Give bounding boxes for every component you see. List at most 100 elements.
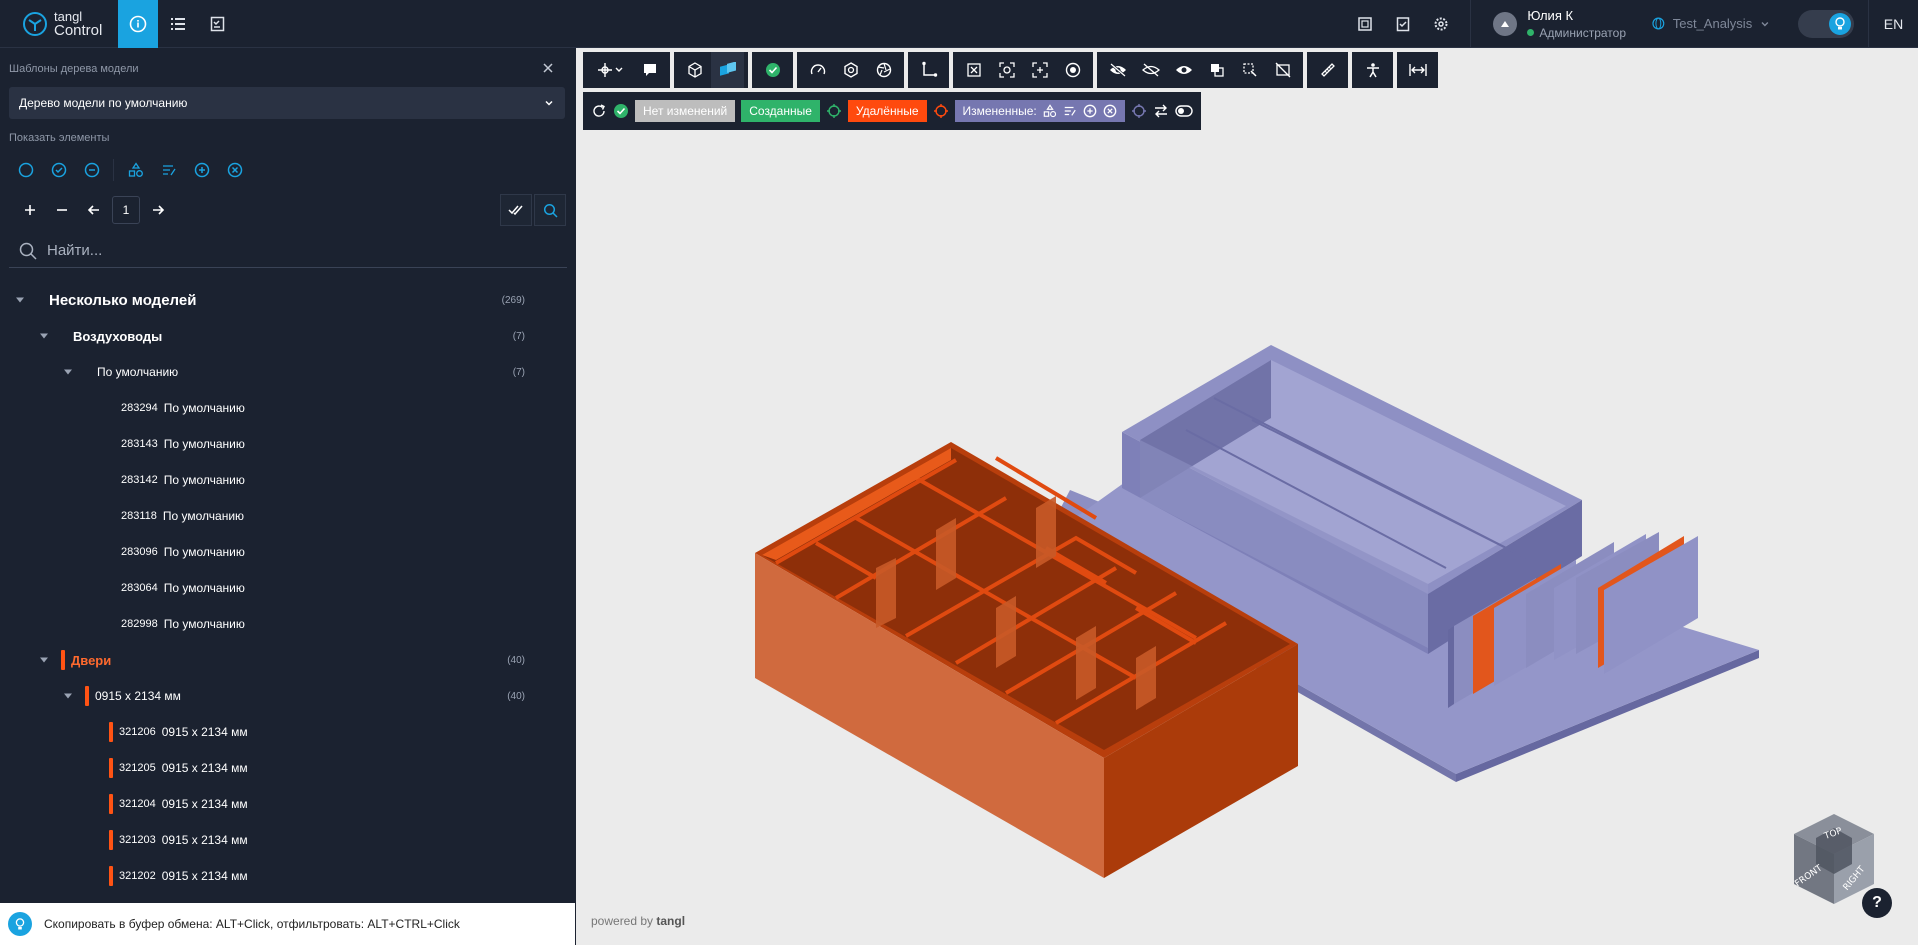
caret-down-icon[interactable] (39, 655, 49, 665)
tree-item-id: 283096 (121, 546, 158, 558)
project-selector[interactable]: Test_Analysis (1638, 16, 1784, 31)
transparency-button[interactable] (1200, 52, 1233, 88)
select-box-icon (1242, 63, 1257, 77)
tree-item[interactable]: 283096 По умолчанию (0, 534, 575, 570)
tree-item-label: По умолчанию (163, 401, 245, 415)
walk-mode-button[interactable] (1356, 52, 1389, 88)
contrast-toggle-icon[interactable] (1175, 104, 1193, 118)
tab-list[interactable] (158, 0, 198, 48)
tab-info[interactable] (118, 0, 158, 48)
search-toggle-button[interactable] (534, 194, 566, 226)
search-icon (19, 242, 37, 260)
3d-viewport[interactable]: Нет изменений Созданные Удалённые Измене… (576, 48, 1918, 945)
language-switch[interactable]: EN (1868, 0, 1918, 48)
crosshair-icon[interactable] (1131, 103, 1147, 119)
logo[interactable]: tangl Control (0, 0, 118, 48)
tree-group-ducts[interactable]: Воздуховоды (7) (0, 318, 575, 354)
filter-removed[interactable] (223, 158, 246, 181)
x-circle-icon[interactable] (1103, 104, 1117, 118)
hide-others-button[interactable] (1134, 52, 1167, 88)
isolate-button[interactable] (1056, 52, 1089, 88)
plus-circle-icon[interactable] (1083, 104, 1097, 118)
filter-created-pill[interactable]: Созданные (741, 100, 820, 122)
navigation-mode-button[interactable] (587, 52, 633, 88)
tree-group-doors[interactable]: Двери (40) (0, 642, 575, 678)
filter-added[interactable] (190, 158, 213, 181)
comments-button[interactable] (633, 52, 666, 88)
search-input[interactable]: Найти... (9, 234, 567, 268)
help-button[interactable]: ? (1862, 888, 1892, 918)
tree-item[interactable]: 283064 По умолчанию (0, 570, 575, 606)
deleted-marker (109, 866, 113, 886)
filter-attributes[interactable] (157, 158, 180, 181)
filter-created[interactable] (47, 158, 70, 181)
caret-down-icon[interactable] (63, 691, 73, 701)
tree-item[interactable]: 321206 0915 x 2134 мм (0, 714, 575, 750)
show-all-button[interactable] (1167, 52, 1200, 88)
cube-view-button[interactable] (678, 52, 711, 88)
tree-item[interactable]: 321203 0915 x 2134 мм (0, 822, 575, 858)
compare-models-button[interactable] (711, 52, 744, 88)
filter-deleted[interactable] (80, 158, 103, 181)
tree-item-label: По умолчанию (162, 509, 245, 523)
hide-button[interactable] (1101, 52, 1134, 88)
check-circle-icon[interactable] (613, 103, 629, 119)
filter-changed-pill[interactable]: Измененные: (954, 100, 1125, 122)
filter-geometry[interactable] (124, 158, 147, 181)
attributes-icon[interactable] (1063, 104, 1077, 118)
axes-button[interactable] (912, 52, 945, 88)
tree-item[interactable]: 283294 По умолчанию (0, 390, 575, 426)
speedometer-icon (810, 64, 825, 75)
tree-item[interactable]: 282998 По умолчанию (0, 606, 575, 642)
caret-down-icon[interactable] (63, 367, 73, 377)
tree-subgroup-door-size[interactable]: 0915 x 2134 мм (40) (0, 678, 575, 714)
tree-root[interactable]: Несколько моделей (269) (0, 282, 575, 318)
swap-icon[interactable] (1153, 103, 1169, 119)
performance-button[interactable] (801, 52, 834, 88)
filter-deleted-pill[interactable]: Удалённые (847, 100, 927, 122)
tree-item[interactable]: 283143 По умолчанию (0, 426, 575, 462)
crosshair-icon[interactable] (826, 103, 842, 119)
close-icon[interactable] (540, 60, 556, 76)
tree-item[interactable]: 321202 0915 x 2134 мм (0, 858, 575, 894)
select-all-button[interactable] (500, 194, 532, 226)
select-box-button[interactable] (1233, 52, 1266, 88)
plus-circle-icon (194, 162, 209, 177)
model-scene[interactable] (576, 48, 1918, 945)
tab-checklist[interactable] (198, 0, 238, 48)
tree-subgroup-default[interactable]: По умолчанию (7) (0, 354, 575, 390)
tree-item[interactable]: 321205 0915 x 2134 мм (0, 750, 575, 786)
shapes-icon[interactable] (1043, 104, 1057, 118)
caret-down-icon[interactable] (39, 331, 49, 341)
caret-down-icon[interactable] (15, 295, 25, 305)
zoom-selection-button[interactable] (1023, 52, 1056, 88)
reports-button[interactable] (1346, 0, 1384, 48)
template-select[interactable]: Дерево модели по умолчанию (9, 87, 565, 119)
settings-button[interactable] (1422, 0, 1460, 48)
tree-item[interactable]: 283118 По умолчанию (0, 498, 575, 534)
tasks-button[interactable] (1384, 0, 1422, 48)
dimension-button[interactable] (1401, 52, 1434, 88)
measure-button[interactable] (1311, 52, 1344, 88)
tree-item[interactable]: 321204 0915 x 2134 мм (0, 786, 575, 822)
level-forward-button[interactable] (142, 194, 174, 226)
refresh-icon[interactable] (591, 103, 607, 119)
level-input[interactable]: 1 (112, 196, 140, 224)
fit-view-button[interactable] (957, 52, 990, 88)
crosshair-icon[interactable] (933, 103, 949, 119)
hints-toggle[interactable] (1798, 9, 1854, 38)
section-button[interactable] (834, 52, 867, 88)
tree-item[interactable]: 283142 По умолчанию (0, 462, 575, 498)
tree-group-label: Двери (71, 652, 112, 668)
user-menu[interactable]: Юлия К Администратор (1481, 8, 1638, 40)
expand-button[interactable] (14, 194, 46, 226)
collapse-button[interactable] (46, 194, 78, 226)
level-back-button[interactable] (78, 194, 110, 226)
tree-item-label: 0915 x 2134 мм (161, 833, 248, 847)
focus-selection-button[interactable] (990, 52, 1023, 88)
filter-no-changes[interactable]: Нет изменений (635, 100, 736, 122)
hide-selection-button[interactable] (1266, 52, 1299, 88)
status-ok-button[interactable] (756, 52, 789, 88)
camera-button[interactable] (867, 52, 900, 88)
filter-unchanged[interactable] (14, 158, 37, 181)
